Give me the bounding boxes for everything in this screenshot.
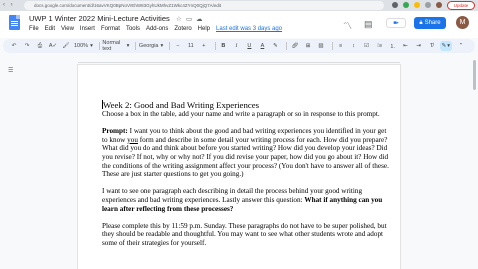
share-label: Share [424, 20, 441, 26]
line-spacing-icon[interactable]: ↕ [349, 41, 359, 51]
spellcheck-icon[interactable]: A✓ [48, 41, 58, 51]
document-body[interactable]: Week 2: Good and Bad Writing Experiences… [102, 100, 392, 256]
undo-icon[interactable]: ↶ [9, 41, 19, 51]
clear-formatting-icon[interactable]: T̸ [427, 41, 437, 51]
document-title[interactable]: UWP 1 Winter 2022 Mini-Lecture Activitie… [29, 14, 170, 23]
heading: Week 2: Good and Bad Writing Experiences [102, 100, 392, 110]
prompt-label: Prompt: [102, 127, 128, 136]
browser-nav-icon[interactable]: ‹ › [3, 2, 15, 8]
extension-icon[interactable] [392, 2, 398, 8]
style-select[interactable]: Normal text ▾ [102, 40, 129, 52]
menu-edit[interactable]: Edit [45, 26, 55, 32]
extension-icon[interactable] [403, 2, 409, 8]
profile-icon[interactable] [436, 2, 442, 8]
collapse-menus-icon[interactable]: ⌃ [456, 41, 466, 51]
process-paragraph: I want to see one paragraph each describ… [102, 187, 392, 213]
font-value: Georgia [138, 43, 159, 49]
menu-zotero[interactable]: Zotero [174, 26, 191, 32]
divider [214, 42, 216, 50]
star-icon[interactable]: ☆ [176, 15, 182, 23]
menu-file[interactable]: File [29, 26, 39, 32]
menu-insert[interactable]: Insert [80, 26, 95, 32]
prompt-text-2: form and describe in some detail your wr… [102, 135, 389, 179]
redo-icon[interactable]: ↷ [22, 41, 32, 51]
divider [286, 42, 287, 50]
avatar[interactable]: M [456, 16, 469, 29]
bulleted-list-icon[interactable]: ⁝≡ [375, 41, 385, 51]
last-edit-link[interactable]: Last edit was 3 days ago [216, 26, 282, 32]
style-value: Normal text [102, 40, 121, 52]
font-size-decrease-icon[interactable]: − [173, 41, 183, 51]
underline-button[interactable]: U [244, 41, 254, 51]
divider [169, 42, 170, 50]
menu-addons[interactable]: Add-ons [146, 26, 168, 32]
chevron-down-icon: ▾ [90, 43, 93, 49]
increase-indent-icon[interactable]: ⇥ [414, 41, 424, 51]
chevron-down-icon: ▾ [447, 43, 450, 49]
document-page[interactable]: Week 2: Good and Bad Writing Experiences… [78, 65, 400, 269]
insert-image-icon[interactable]: ▨ [316, 41, 326, 51]
ruler[interactable] [78, 57, 400, 63]
url-field[interactable]: docs.google.com/document/d/16avVKQ0BpNoV… [24, 1, 384, 10]
editing-mode-select[interactable]: ✎ ▾ [439, 41, 452, 51]
docs-header: UWP 1 Winter 2022 Mini-Lecture Activitie… [0, 11, 478, 38]
menu-tools[interactable]: Tools [126, 26, 140, 32]
paint-format-icon[interactable]: 🖌︎ [61, 41, 71, 51]
zoom-select[interactable]: 100% ▾ [74, 43, 93, 49]
meet-button[interactable]: ■▸ [386, 18, 406, 28]
formatting-toolbar: ↶ ↷ ⎙ A✓ 🖌︎ 100% ▾ Normal text ▾ Georgia… [3, 39, 475, 53]
zoom-value: 100% [74, 43, 89, 49]
divider [135, 42, 136, 50]
comments-icon[interactable]: ▤ [364, 19, 373, 30]
print-icon[interactable]: ⎙ [35, 41, 45, 51]
divider [98, 42, 100, 50]
add-comment-icon[interactable]: ⊞ [303, 41, 313, 51]
link-icon[interactable]: 🔗︎ [290, 41, 300, 51]
menu-view[interactable]: View [61, 26, 74, 32]
chevron-down-icon: ▾ [160, 43, 164, 49]
chevron-down-icon: ▾ [126, 43, 130, 49]
checklist-icon[interactable]: ☑ [362, 41, 372, 51]
activity-trend-icon[interactable]: 〽 [343, 19, 352, 32]
highlight-icon[interactable]: ✎ [270, 41, 280, 51]
update-button[interactable]: Update [447, 1, 475, 10]
share-button[interactable]: 🔒︎ Share [414, 17, 446, 29]
scrollbar-thumb[interactable] [473, 60, 476, 90]
menu-format[interactable]: Format [101, 26, 120, 32]
docs-logo-icon[interactable] [9, 15, 20, 30]
bold-button[interactable]: B [218, 41, 228, 51]
cloud-status-icon[interactable]: ☁ [196, 15, 203, 23]
extension-icon[interactable] [425, 2, 431, 8]
browser-address-bar: ‹ › docs.google.com/document/d/16avVKQ0B… [0, 0, 478, 11]
text-color-button[interactable]: A [257, 41, 267, 51]
menu-bar: File Edit View Insert Format Tools Add-o… [29, 26, 282, 32]
numbered-list-icon[interactable]: ⒈ [388, 41, 398, 51]
font-size-input[interactable]: 11 [186, 41, 196, 51]
url-text: docs.google.com/document/d/16avVKQ0BpNoV… [34, 3, 222, 8]
lock-icon: 🔒︎ [419, 19, 423, 26]
document-outline-icon[interactable]: ☰ [8, 67, 13, 74]
heading-text: Week 2: Good and Bad Writing Experiences [103, 100, 260, 110]
font-size-increase-icon[interactable]: + [199, 41, 209, 51]
pencil-icon: ✎ [441, 43, 447, 49]
italic-button[interactable]: I [231, 41, 241, 51]
font-select[interactable]: Georgia ▾ [139, 43, 163, 49]
decrease-indent-icon[interactable]: ⇤ [401, 41, 411, 51]
divider [332, 42, 333, 50]
move-folder-icon[interactable]: ▭ [186, 15, 192, 23]
prompt-paragraph: Prompt: I want you to think about the go… [102, 127, 392, 179]
align-icon[interactable]: ≡ [336, 41, 346, 51]
intro-paragraph: Choose a box in the table, add your name… [102, 110, 380, 118]
video-icon: ■▸ [393, 20, 399, 26]
prompt-you: you [127, 135, 138, 144]
deadline-paragraph: Please complete this by 11:59 p.m. Sunda… [102, 221, 387, 247]
menu-help[interactable]: Help [198, 26, 210, 32]
extension-icon[interactable] [414, 2, 420, 8]
